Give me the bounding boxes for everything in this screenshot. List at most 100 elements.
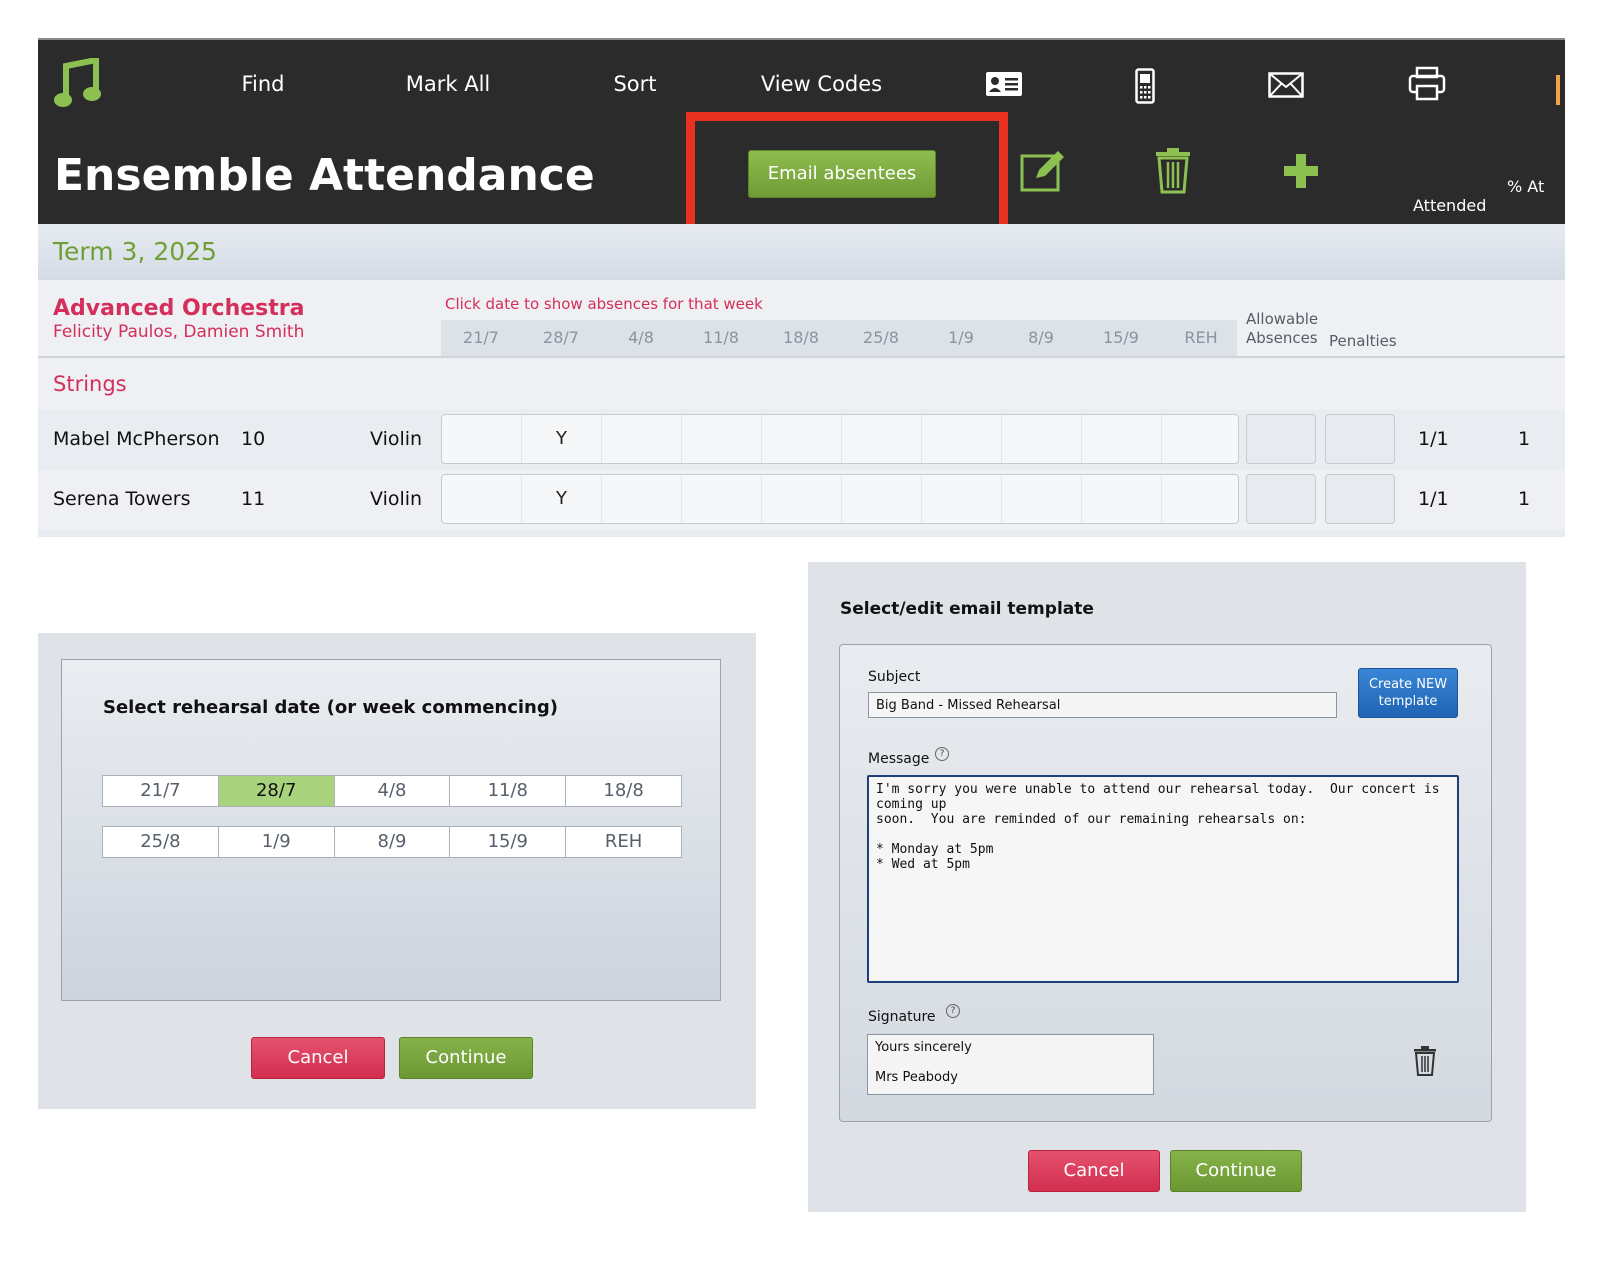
attendance-cell[interactable] bbox=[922, 415, 1002, 463]
student-name: Mabel McPherson bbox=[53, 428, 220, 450]
date-hint: Click date to show absences for that wee… bbox=[445, 295, 763, 313]
group-header: Advanced Orchestra Felicity Paulos, Dami… bbox=[38, 280, 1565, 358]
date-header-cell[interactable]: 4/8 bbox=[601, 320, 681, 356]
window-edge-marker bbox=[1556, 75, 1560, 105]
section-header: Strings bbox=[38, 358, 1565, 411]
message-textarea[interactable]: I'm sorry you were unable to attend our … bbox=[867, 775, 1459, 983]
percent-attended: 1 bbox=[1518, 428, 1531, 450]
attendance-cell[interactable]: Y bbox=[522, 415, 602, 463]
id-card-icon[interactable] bbox=[986, 72, 1022, 100]
continue-button[interactable]: Continue bbox=[1170, 1150, 1302, 1192]
edit-icon[interactable] bbox=[1020, 148, 1066, 196]
date-header-cell[interactable]: 8/9 bbox=[1001, 320, 1081, 356]
attendance-cell[interactable] bbox=[1082, 475, 1162, 523]
penalties-header: Penalties bbox=[1329, 332, 1397, 350]
student-instrument: Violin bbox=[370, 488, 423, 510]
date-header-cell[interactable]: 28/7 bbox=[521, 320, 601, 356]
attendance-cell[interactable] bbox=[1082, 415, 1162, 463]
subject-input[interactable] bbox=[868, 692, 1337, 718]
allowable-absences-field[interactable] bbox=[1246, 414, 1316, 464]
table-row[interactable]: Mabel McPherson 10 Violin Y 1/1 1 bbox=[38, 410, 1565, 470]
attendance-cell[interactable] bbox=[1002, 415, 1082, 463]
date-header-cell[interactable]: 21/7 bbox=[441, 320, 521, 356]
attendance-cell[interactable] bbox=[602, 415, 682, 463]
plus-icon[interactable] bbox=[1284, 154, 1318, 192]
attendance-cell[interactable] bbox=[1002, 475, 1082, 523]
date-option[interactable]: 28/7 bbox=[218, 776, 335, 806]
date-header-cell[interactable]: 15/9 bbox=[1081, 320, 1161, 356]
attendance-cell[interactable] bbox=[762, 475, 842, 523]
date-option[interactable]: 25/8 bbox=[103, 827, 219, 857]
date-option[interactable]: 21/7 bbox=[103, 776, 219, 806]
attendance-cell[interactable] bbox=[682, 415, 762, 463]
attended-count: 1/1 bbox=[1418, 488, 1449, 510]
page-title: Ensemble Attendance bbox=[54, 150, 595, 201]
rehearsal-date-panel: Select rehearsal date (or week commencin… bbox=[61, 659, 721, 1001]
signature-textarea[interactable]: Yours sincerely Mrs Peabody bbox=[867, 1034, 1154, 1095]
attendance-cell[interactable] bbox=[762, 415, 842, 463]
date-option[interactable]: 4/8 bbox=[335, 776, 451, 806]
date-option[interactable]: 8/9 bbox=[335, 827, 451, 857]
find-button[interactable]: Find bbox=[218, 40, 308, 128]
date-option[interactable]: 18/8 bbox=[566, 776, 681, 806]
envelope-icon[interactable] bbox=[1268, 72, 1304, 102]
student-year: 11 bbox=[241, 488, 266, 510]
allowable-absences-field[interactable] bbox=[1246, 474, 1316, 524]
attendance-cell[interactable] bbox=[922, 475, 1002, 523]
dialog-title: Select/edit email template bbox=[840, 599, 1094, 619]
trash-icon[interactable] bbox=[1413, 1046, 1437, 1080]
term-label: Term 3, 2025 bbox=[53, 237, 217, 266]
attendance-cell[interactable] bbox=[682, 475, 762, 523]
date-option[interactable]: REH bbox=[566, 827, 681, 857]
date-header-cell[interactable]: 18/8 bbox=[761, 320, 841, 356]
message-label: Message bbox=[868, 751, 930, 767]
attendance-cell[interactable] bbox=[842, 475, 922, 523]
help-icon[interactable]: ? bbox=[946, 1004, 960, 1018]
cancel-button[interactable]: Cancel bbox=[1028, 1150, 1160, 1192]
attendance-cell[interactable] bbox=[1162, 415, 1238, 463]
penalties-field[interactable] bbox=[1325, 474, 1395, 524]
date-header-cell[interactable]: 1/9 bbox=[921, 320, 1001, 356]
cancel-button[interactable]: Cancel bbox=[251, 1037, 385, 1079]
mobile-phone-icon[interactable] bbox=[1135, 68, 1155, 108]
help-icon[interactable]: ? bbox=[935, 747, 949, 761]
student-name: Serena Towers bbox=[53, 488, 191, 510]
attendance-cell[interactable] bbox=[442, 475, 522, 523]
rehearsal-date-dialog: Select rehearsal date (or week commencin… bbox=[38, 633, 756, 1109]
attendance-cell[interactable] bbox=[1162, 475, 1238, 523]
date-grid-row-2: 25/8 1/9 8/9 15/9 REH bbox=[102, 826, 682, 858]
attendance-cell[interactable]: Y bbox=[522, 475, 602, 523]
attendance-cell[interactable] bbox=[842, 415, 922, 463]
sort-button[interactable]: Sort bbox=[595, 40, 675, 128]
date-option[interactable]: 11/8 bbox=[450, 776, 567, 806]
date-header-cell[interactable]: REH bbox=[1161, 320, 1241, 356]
continue-button[interactable]: Continue bbox=[399, 1037, 533, 1079]
attendance-window: Find Mark All Sort View Codes Ensemble A… bbox=[38, 38, 1565, 537]
attendance-cell[interactable] bbox=[442, 415, 522, 463]
date-grid-row-1: 21/7 28/7 4/8 11/8 18/8 bbox=[102, 775, 682, 807]
date-option[interactable]: 15/9 bbox=[450, 827, 567, 857]
attendance-strip: Y bbox=[441, 474, 1239, 524]
printer-icon[interactable] bbox=[1408, 66, 1446, 106]
highlight-annotation-box bbox=[686, 112, 1008, 236]
student-instrument: Violin bbox=[370, 428, 423, 450]
create-new-template-button[interactable]: Create NEW template bbox=[1358, 668, 1458, 718]
date-header-cell[interactable]: 25/8 bbox=[841, 320, 921, 356]
attendance-cell[interactable] bbox=[602, 475, 682, 523]
date-header-cell[interactable]: 11/8 bbox=[681, 320, 761, 356]
title-bar: Ensemble Attendance Email absentees Atte… bbox=[38, 112, 1565, 236]
allowable-header-line1: Allowable bbox=[1246, 310, 1319, 328]
attended-column-header: Attended bbox=[1413, 196, 1487, 215]
student-year: 10 bbox=[241, 428, 266, 450]
music-note-icon[interactable] bbox=[54, 56, 102, 114]
email-template-dialog: Select/edit email template Subject Creat… bbox=[808, 562, 1526, 1212]
penalties-field[interactable] bbox=[1325, 414, 1395, 464]
table-row[interactable]: Serena Towers 11 Violin Y 1/1 1 bbox=[38, 470, 1565, 530]
signature-label: Signature bbox=[868, 1009, 936, 1025]
trash-icon[interactable] bbox=[1155, 148, 1191, 198]
date-option[interactable]: 1/9 bbox=[219, 827, 335, 857]
email-template-panel: Subject Create NEW template Message ? I'… bbox=[839, 644, 1492, 1122]
subject-label: Subject bbox=[868, 669, 921, 685]
allowable-header-line2: Absences bbox=[1246, 329, 1318, 347]
mark-all-button[interactable]: Mark All bbox=[388, 40, 508, 128]
